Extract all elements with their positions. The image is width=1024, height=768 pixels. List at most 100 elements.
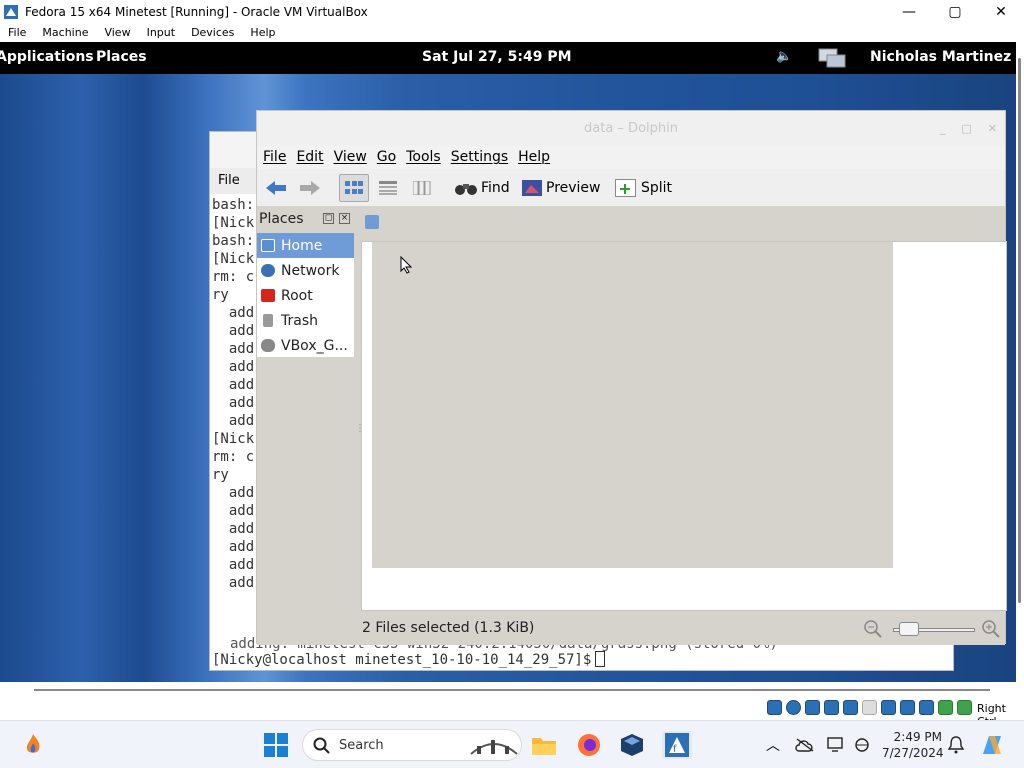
dolphin-menu-settings[interactable]: Settings	[451, 146, 508, 169]
copilot-icon[interactable]	[978, 731, 1006, 759]
dolphin-menu-go[interactable]: Go	[377, 146, 396, 169]
places-item-home[interactable]: Home	[257, 233, 354, 258]
file-view[interactable]	[361, 241, 1007, 611]
dolphin-minimize-button[interactable]: _	[940, 122, 946, 135]
preview-button[interactable]: Preview	[522, 174, 601, 202]
dolphin-close-button[interactable]: ✕	[988, 122, 997, 135]
prompt-text: [Nicky@localhost minetest_10-10-10_14_29…	[212, 652, 592, 668]
panel-float-icon[interactable]: ◻	[323, 213, 334, 224]
split-view-icon	[615, 179, 636, 197]
find-button[interactable]: Find	[455, 174, 510, 202]
terminal-line: add	[212, 557, 255, 573]
user-menu[interactable]: Nicholas Martinez	[870, 49, 1011, 65]
terminal-line: add	[212, 503, 255, 519]
terminal-line: add	[212, 341, 255, 357]
display-icon[interactable]	[881, 700, 896, 715]
zoom-out-icon[interactable]	[863, 619, 883, 639]
taskbar-search-box[interactable]: Search	[302, 729, 522, 761]
display-notify-icon[interactable]	[826, 731, 846, 759]
gnome-top-panel: Applications Places Sat Jul 27, 5:49 PM …	[0, 42, 1016, 74]
split-button[interactable]: Split	[615, 174, 672, 202]
taskbar-firefox[interactable]	[575, 731, 603, 759]
vbox-menu-file[interactable]: File	[0, 24, 34, 42]
breadcrumb-home-icon[interactable]	[365, 215, 379, 229]
back-arrow-icon	[266, 181, 286, 195]
vbox-menu-view[interactable]: View	[96, 24, 138, 42]
file-view-area[interactable]	[372, 242, 893, 568]
icons-view-button[interactable]	[339, 174, 369, 202]
columns-view-button[interactable]	[407, 174, 437, 202]
places-item-root[interactable]: Root	[257, 283, 354, 308]
network-status-icon[interactable]	[817, 46, 847, 70]
minimize-button[interactable]: —	[886, 0, 932, 24]
forward-button[interactable]	[299, 174, 321, 202]
optical-drive-icon[interactable]	[786, 700, 801, 715]
cloud-offline-icon[interactable]	[795, 731, 815, 759]
guest-desktop[interactable]: Applications Places Sat Jul 27, 5:49 PM …	[0, 42, 1016, 682]
clock[interactable]: 2:49 PM 7/27/2024	[882, 729, 944, 761]
vbox-menu-help[interactable]: Help	[242, 24, 283, 42]
audio-icon[interactable]	[805, 700, 820, 715]
taskbar-file-explorer[interactable]	[530, 731, 558, 759]
vbox-menu-input[interactable]: Input	[139, 24, 183, 42]
show-hidden-icons-chevron-up-icon[interactable]: ︿	[764, 731, 782, 759]
places-item-trash[interactable]: Trash	[257, 308, 354, 333]
places-panel-title: Places	[259, 211, 304, 227]
keyboard-icon[interactable]	[957, 700, 972, 715]
dolphin-menu-edit[interactable]: Edit	[296, 146, 323, 169]
mouse-integration-icon[interactable]	[938, 700, 953, 715]
network-icon	[261, 264, 275, 277]
taskbar-fedora-vm[interactable]: f	[662, 731, 692, 759]
weather-widget[interactable]	[20, 731, 46, 759]
vbox-menu-bar: File Machine View Input Devices Help	[0, 24, 1024, 42]
zoom-in-icon[interactable]	[981, 619, 1001, 639]
terminal-prompt[interactable]: [Nicky@localhost minetest_10-10-10_14_29…	[212, 651, 606, 668]
usb-icon[interactable]	[843, 700, 858, 715]
places-menu[interactable]: Places	[96, 49, 147, 65]
network-adapter-icon[interactable]	[824, 700, 839, 715]
details-view-icon	[379, 181, 397, 195]
dolphin-title: data – Dolphin	[584, 121, 678, 136]
dolphin-maximize-button[interactable]: □	[961, 122, 971, 135]
shared-folders-icon[interactable]	[862, 700, 877, 715]
dolphin-window[interactable]: data – Dolphin _ □ ✕ File Edit View Go Too…	[256, 110, 1007, 645]
vbox-menu-devices[interactable]: Devices	[183, 24, 242, 42]
zoom-slider[interactable]	[863, 619, 1003, 639]
applications-menu[interactable]: Applications	[0, 49, 94, 65]
panel-clock[interactable]: Sat Jul 27, 5:49 PM	[422, 49, 572, 65]
forward-arrow-icon	[300, 181, 320, 195]
vbox-menu-machine[interactable]: Machine	[34, 24, 96, 42]
cpu-icon[interactable]	[919, 700, 934, 715]
dolphin-menu-help[interactable]: Help	[518, 146, 550, 169]
taskbar-virtualbox[interactable]	[618, 731, 646, 759]
preview-icon	[522, 180, 542, 196]
clock-date: 7/27/2024	[882, 746, 944, 760]
dolphin-menu-view[interactable]: View	[334, 146, 367, 169]
places-item-network[interactable]: Network	[257, 258, 354, 283]
maximize-button[interactable]: ▢	[932, 0, 978, 24]
places-item-vbox-guest[interactable]: VBox_G...	[257, 333, 354, 358]
terminal-line: add	[212, 359, 255, 375]
volume-muted-icon[interactable]: 🔈	[776, 49, 792, 64]
hard-disk-icon[interactable]	[767, 700, 782, 715]
details-view-button[interactable]	[373, 174, 403, 202]
vertical-scrollbar[interactable]	[1016, 42, 1024, 682]
terminal-line: add	[212, 323, 255, 339]
terminal-line: ry	[212, 467, 229, 483]
terminal-line: add	[212, 413, 255, 429]
notifications-bell-icon[interactable]	[946, 731, 966, 759]
start-button[interactable]	[262, 731, 290, 759]
dolphin-title-bar[interactable]: data – Dolphin _ □ ✕	[257, 111, 1005, 146]
recording-icon[interactable]	[900, 700, 915, 715]
back-button[interactable]	[265, 174, 287, 202]
dolphin-menu-file[interactable]: File	[263, 146, 286, 169]
vbox-title-bar: Fedora 15 x64 Minetest [Running] - Oracl…	[0, 0, 1024, 24]
windows-taskbar: Search f ︿ 2:49 PM 7/27/2024	[0, 720, 1024, 768]
close-button[interactable]: ✕	[978, 0, 1024, 24]
zoom-handle[interactable]	[899, 622, 919, 636]
panel-close-icon[interactable]: ×	[339, 213, 350, 224]
dolphin-menu-tools[interactable]: Tools	[406, 146, 441, 169]
horizontal-scrollbar[interactable]	[34, 689, 990, 691]
network-tray-icon[interactable]	[852, 731, 872, 759]
scrollbar-thumb[interactable]	[1018, 58, 1021, 603]
